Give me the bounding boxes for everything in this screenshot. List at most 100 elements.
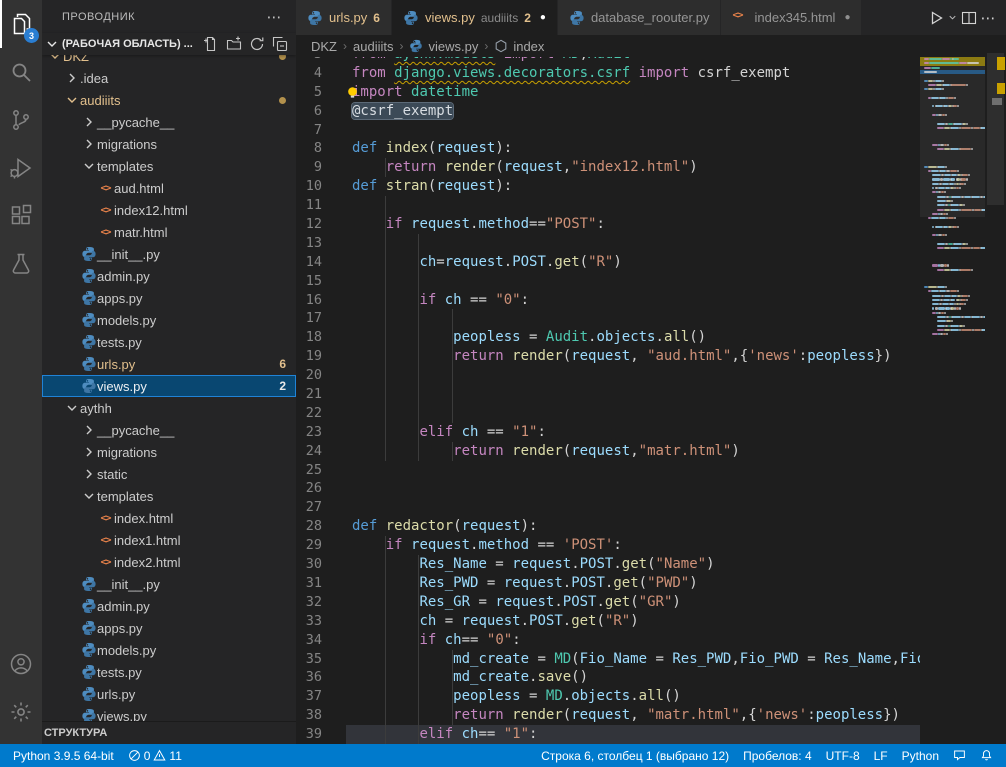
tree-item-apps.py[interactable]: apps.py [42,617,296,639]
problems-item[interactable]: 0 11 [121,744,189,767]
tree-item-label: tests.py [97,665,142,680]
encoding-label: UTF-8 [826,749,860,763]
tree-item-label: .idea [80,71,108,86]
tree-item-admin.py[interactable]: admin.py [42,265,296,287]
code-line: 13 [296,234,920,253]
tree-item-audiiits[interactable]: audiiits [42,89,296,111]
new-folder-icon[interactable] [226,36,242,52]
tree-item-index2.html[interactable]: <>index2.html [42,551,296,573]
more-actions-button[interactable]: ⋯ [980,10,996,26]
encoding-item[interactable]: UTF-8 [819,749,867,763]
tree-item-__pycache__[interactable]: __pycache__ [42,419,296,441]
tree-item-models.py[interactable]: models.py [42,639,296,661]
collapse-all-icon[interactable] [272,36,288,52]
tree-item-__init__.py[interactable]: __init__.py [42,573,296,595]
tree-item-matr.html[interactable]: <>matr.html [42,221,296,243]
breadcrumb-item-views.py[interactable]: views.py [409,39,478,54]
tab-label: views.py [425,10,475,25]
tree-item-templates[interactable]: templates [42,155,296,177]
tree-item-aythh[interactable]: aythh [42,397,296,419]
tree-item-admin.py[interactable]: admin.py [42,595,296,617]
activity-extensions-button[interactable] [0,192,42,240]
tree-item-views.py[interactable]: views.py2 [42,375,296,397]
tree-item-migrations[interactable]: migrations [42,133,296,155]
split-editor-button[interactable] [961,10,977,26]
tree-item-urls.py[interactable]: urls.py [42,683,296,705]
line-number: 12 [296,215,322,234]
code-text: if request.method == 'POST': [352,536,622,555]
code-line: 32 Res_GR = request.POST.get("GR") [296,593,920,612]
code-text: import datetime [352,83,478,102]
eol-item[interactable]: LF [867,749,895,763]
tree-item-templates[interactable]: templates [42,485,296,507]
tree-item-tests.py[interactable]: tests.py [42,331,296,353]
activity-settings-button[interactable] [0,688,42,736]
tree-item-static[interactable]: static [42,463,296,485]
editor-scrollbar[interactable] [985,35,1006,744]
breadcrumb-separator: › [343,39,347,53]
tree-item-index12.html[interactable]: <>index12.html [42,199,296,221]
cursor-position-item[interactable]: Строка 6, столбец 1 (выбрано 12) [534,749,736,763]
dirty-dot-icon[interactable]: ● [844,12,850,23]
activity-explorer-button[interactable]: 3 [0,0,42,48]
minimap[interactable] [920,57,985,744]
outline-section-header[interactable]: СТРУКТУРА [42,721,296,744]
tree-item-label: templates [97,489,153,504]
tree-item-index.html[interactable]: <>index.html [42,507,296,529]
refresh-icon[interactable] [249,36,265,52]
chevron-right-icon [80,136,97,152]
tree-item-migrations[interactable]: migrations [42,441,296,463]
workspace-label: (РАБОЧАЯ ОБЛАСТЬ) ... [62,38,193,50]
feedback-item[interactable] [946,749,973,762]
breadcrumb-item-index[interactable]: index [494,39,544,54]
notifications-item[interactable] [973,749,1000,762]
activity-account-button[interactable] [0,640,42,688]
tab-database_roouter.py[interactable]: database_roouter.py [558,0,722,35]
breadcrumb-item-audiiits[interactable]: audiiits [353,39,393,54]
indentation-label: Пробелов: 4 [743,749,812,763]
indentation-item[interactable]: Пробелов: 4 [736,749,819,763]
activity-search-button[interactable] [0,48,42,96]
workspace-section-header[interactable]: (РАБОЧАЯ ОБЛАСТЬ) ... [42,33,296,55]
tree-item-apps.py[interactable]: apps.py [42,287,296,309]
tree-item-__pycache__[interactable]: __pycache__ [42,111,296,133]
tab-views.py[interactable]: views.pyaudiiits2● [392,0,558,35]
tree-item-tests.py[interactable]: tests.py [42,661,296,683]
code-text: return render(request,"matr.html") [352,442,740,461]
tab-urls.py[interactable]: urls.py6 [296,0,392,35]
run-python-file-button[interactable] [928,10,944,26]
scrollbar-thumb[interactable] [987,53,1004,205]
tree-item-DKZ[interactable]: DKZ [42,55,296,67]
indent-guide [452,385,453,404]
activity-source-control-button[interactable] [0,96,42,144]
indent-guide [452,309,453,328]
views-more-actions-icon[interactable]: ⋯ [267,8,283,26]
lightbulb-icon[interactable] [345,85,360,100]
code-text: if ch== "0": [352,631,521,650]
dirty-dot-icon[interactable]: ● [540,12,546,23]
eol-label: LF [874,749,888,763]
tree-item-views.py[interactable]: views.py [42,705,296,722]
code-text: if request.method=="POST": [352,215,605,234]
code-editor[interactable]: 3from aythh.models import MD,Audit4from … [296,57,920,744]
tree-item-.idea[interactable]: .idea [42,67,296,89]
activity-run-debug-button[interactable] [0,144,42,192]
html-icon: <> [732,10,748,26]
code-line: 38 return render(request, "matr.html",{'… [296,706,920,725]
activity-testing-button[interactable] [0,240,42,288]
tree-item-aud.html[interactable]: <>aud.html [42,177,296,199]
new-file-icon[interactable] [203,36,219,52]
code-line: 29 if request.method == 'POST': [296,536,920,555]
run-dropdown[interactable] [947,12,958,23]
language-mode-item[interactable]: Python [895,749,946,763]
breadcrumb-separator: › [399,39,403,53]
chevron-down-icon [63,400,80,416]
tree-item-index1.html[interactable]: <>index1.html [42,529,296,551]
python-icon [80,620,97,636]
breadcrumb-item-DKZ[interactable]: DKZ [311,39,337,54]
tree-item-__init__.py[interactable]: __init__.py [42,243,296,265]
tree-item-models.py[interactable]: models.py [42,309,296,331]
tab-index345.html[interactable]: <>index345.html● [721,0,862,35]
tree-item-urls.py[interactable]: urls.py6 [42,353,296,375]
python-interpreter-item[interactable]: Python 3.9.5 64-bit [6,744,121,767]
